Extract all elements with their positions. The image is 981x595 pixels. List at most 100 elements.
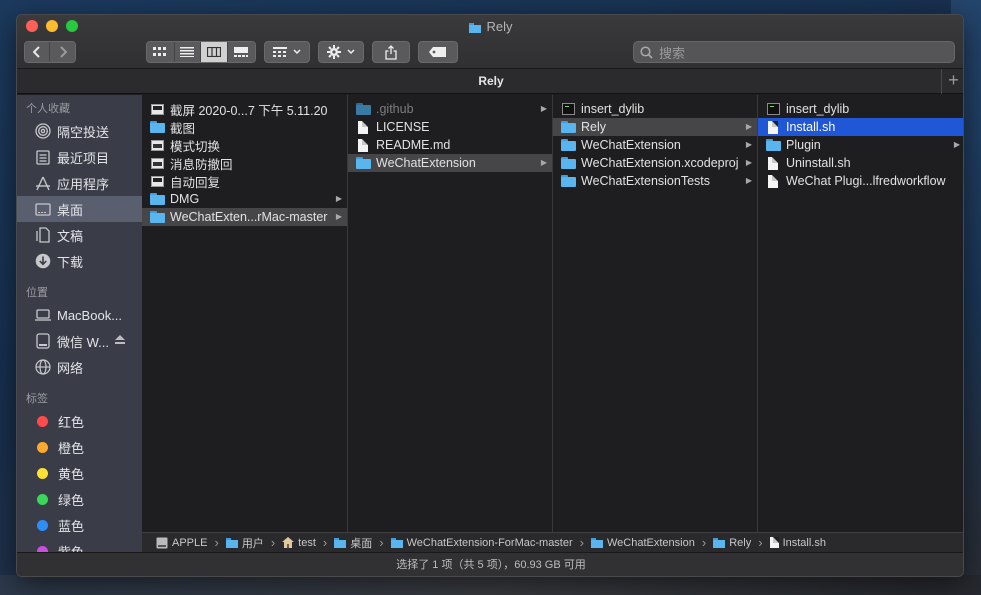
sidebar-tag-item[interactable]: 橙色 (17, 434, 142, 460)
file-row[interactable]: WeChatExtension.xcodeproj ▶ (553, 154, 757, 172)
browser-column[interactable]: insert_dylib Install.sh Plugin ▶ Uninstall.s… (758, 95, 963, 532)
path-crumb[interactable]: test › (282, 535, 334, 550)
icon-view-button[interactable] (147, 42, 175, 62)
path-crumb[interactable]: Install.sh (769, 537, 826, 549)
sidebar-item[interactable]: MacBook... (17, 302, 142, 328)
path-crumb[interactable]: WeChatExtension › (591, 535, 713, 550)
path-crumb-label: APPLE (172, 536, 208, 549)
status-bar: 选择了 1 项（共 5 项），60.93 GB 可用 (17, 552, 963, 576)
file-name: Install.sh (786, 120, 836, 134)
file-row[interactable]: DMG ▶ (142, 190, 347, 208)
disclosure-arrow-icon: ▶ (745, 158, 752, 167)
file-name: WeChat Plugi...lfredworkflow (786, 174, 946, 188)
sidebar-item[interactable]: 桌面 (17, 196, 142, 222)
file-row[interactable]: insert_dylib (553, 100, 757, 118)
file-row[interactable]: insert_dylib (758, 100, 963, 118)
browser-column[interactable]: 截屏 2020-0...7 下午 5.11.20 截图 模式切换 消息防撤回 自动回复 D… (142, 95, 348, 532)
file-row[interactable]: README.md (348, 136, 552, 154)
file-row[interactable]: 模式切换 (142, 136, 347, 154)
sidebar-section-header: 个人收藏 (26, 103, 70, 115)
eject-icon[interactable] (115, 335, 126, 347)
group-button[interactable] (264, 41, 310, 63)
sidebar-item[interactable]: 微信 W... (17, 328, 142, 354)
browser-column[interactable]: insert_dylib Rely ▶ WeChatExtension ▶ WeChatE… (553, 95, 758, 532)
sidebar-item[interactable]: 网络 (17, 354, 142, 380)
sidebar-item-label: 微信 W... (57, 334, 110, 350)
path-crumb[interactable]: WeChatExtension-ForMac-master › (390, 535, 591, 550)
document-icon (769, 537, 779, 548)
finder-window: Rely 搜索 Rely + 个人收藏 隔空投送 最近项目 应用程序 桌面 文稿… (16, 14, 964, 577)
path-crumb[interactable]: 桌面 › (334, 535, 390, 551)
new-tab-button[interactable]: + (941, 69, 963, 94)
tag-icon (429, 47, 446, 57)
folder-icon (149, 120, 165, 134)
sidebar-item[interactable]: 隔空投送 (17, 118, 142, 144)
folder-icon (560, 138, 576, 152)
file-row[interactable]: WeChatExtension ▶ (553, 136, 757, 154)
file-row[interactable]: WeChat Plugi...lfredworkflow (758, 172, 963, 190)
action-button[interactable] (318, 41, 364, 63)
sidebar-item-label: MacBook... (57, 307, 123, 323)
file-row[interactable]: .github ▶ (348, 100, 552, 118)
grid-icon (153, 47, 167, 56)
sidebar-tag-item[interactable]: 蓝色 (17, 512, 142, 538)
search-icon (640, 45, 653, 59)
document-icon (355, 138, 371, 152)
disclosure-arrow-icon: ▶ (540, 104, 547, 113)
path-crumb[interactable]: Rely › (713, 535, 769, 550)
path-crumb[interactable]: APPLE › (156, 535, 226, 550)
file-row[interactable]: 自动回复 (142, 172, 347, 190)
file-row[interactable]: Install.sh (758, 118, 963, 136)
file-row[interactable]: 消息防撤回 (142, 154, 347, 172)
file-row[interactable]: WeChatExtensionTests ▶ (553, 172, 757, 190)
file-row[interactable]: WeChatExten...rMac-master ▶ (142, 208, 347, 226)
tags-button[interactable] (418, 41, 458, 63)
sidebar-item[interactable]: 下载 (17, 248, 142, 274)
chevron-right-icon (59, 46, 67, 58)
disclosure-arrow-icon: ▶ (745, 140, 752, 149)
path-crumb-label: WeChatExtension (607, 536, 695, 549)
column-view-button[interactable] (201, 42, 228, 62)
titlebar: Rely 搜索 (17, 15, 963, 69)
app-file-icon (149, 156, 165, 170)
sidebar-tag-item[interactable]: 黄色 (17, 460, 142, 486)
desktop-icon (34, 200, 52, 218)
browser-column[interactable]: .github ▶ LICENSE README.md WeChatExtension ▶ (348, 95, 553, 532)
sidebar: 个人收藏隔空投送 最近项目应用程序桌面文稿下载位置 MacBook... 微信 W..… (17, 95, 142, 552)
back-button[interactable] (25, 42, 50, 62)
sidebar-tag-item[interactable]: 绿色 (17, 486, 142, 512)
share-button[interactable] (372, 41, 410, 63)
chevron-left-icon (33, 46, 40, 58)
sidebar-item[interactable]: 文稿 (17, 222, 142, 248)
disk-icon (156, 537, 168, 549)
file-row[interactable]: 截图 (142, 118, 347, 136)
list-icon (180, 47, 195, 57)
sidebar-section-header: 位置 (26, 287, 48, 299)
file-row[interactable]: WeChatExtension ▶ (348, 154, 552, 172)
path-crumb-label: test (298, 536, 316, 549)
forward-button[interactable] (50, 42, 75, 62)
list-view-button[interactable] (174, 42, 202, 62)
gear-icon (327, 45, 341, 59)
sidebar-item[interactable]: 最近项目 (17, 144, 142, 170)
sidebar-tag-label: 紫色 (58, 544, 85, 553)
file-row[interactable]: Uninstall.sh (758, 154, 963, 172)
file-row[interactable]: 截屏 2020-0...7 下午 5.11.20 (142, 100, 347, 118)
sidebar-tag-item[interactable]: 紫色 (17, 538, 142, 552)
file-row[interactable]: Plugin ▶ (758, 136, 963, 154)
sidebar-item-label: 文稿 (57, 228, 84, 244)
sidebar-tag-item[interactable]: 红色 (17, 408, 142, 434)
sidebar-item-label: 应用程序 (57, 176, 110, 192)
path-separator-icon: › (270, 535, 276, 550)
sidebar-item[interactable]: 应用程序 (17, 170, 142, 196)
tab-rely[interactable]: Rely (478, 74, 503, 88)
gallery-view-button[interactable] (227, 42, 255, 62)
file-row[interactable]: Rely ▶ (553, 118, 757, 136)
file-row[interactable]: LICENSE (348, 118, 552, 136)
tab-bar: Rely + (17, 69, 963, 94)
document-icon (765, 174, 781, 188)
path-separator-icon: › (758, 535, 763, 550)
search-field[interactable]: 搜索 (633, 41, 955, 63)
tag-color-icon (37, 467, 48, 479)
path-crumb[interactable]: 用户 › (225, 535, 282, 551)
